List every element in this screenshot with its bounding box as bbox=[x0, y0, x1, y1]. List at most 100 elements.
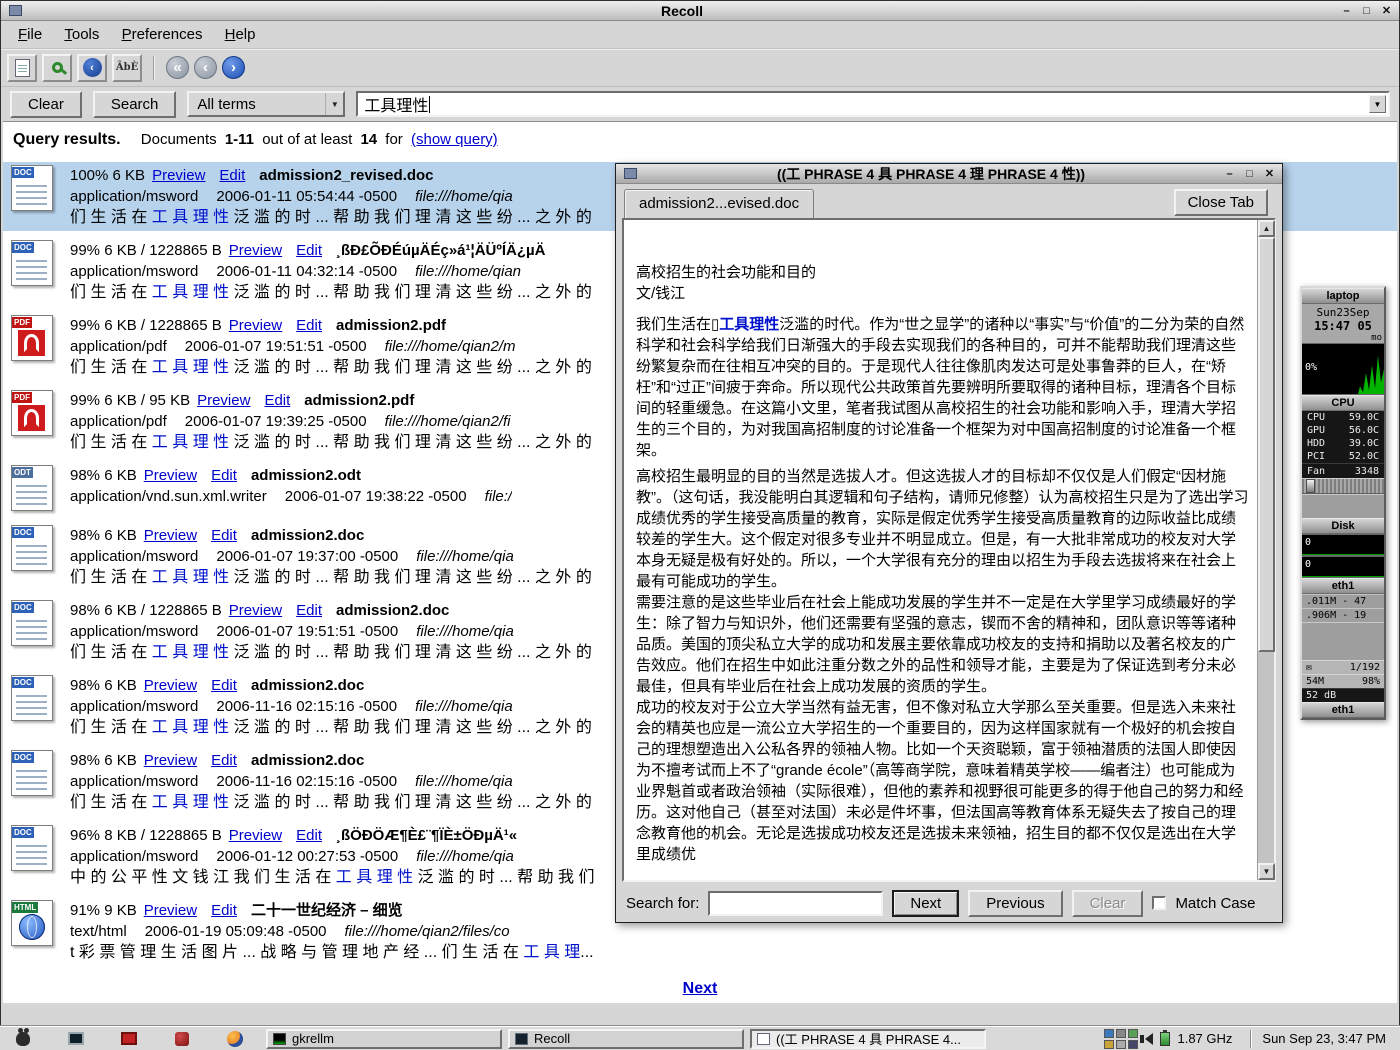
preview-link[interactable]: Preview bbox=[144, 527, 197, 544]
preview-link[interactable]: Preview bbox=[229, 602, 282, 619]
menu-help[interactable]: Help bbox=[216, 21, 265, 49]
edit-link[interactable]: Edit bbox=[211, 677, 237, 694]
window-menu-icon[interactable] bbox=[9, 5, 22, 16]
minimize-button[interactable]: – bbox=[1338, 3, 1355, 18]
query-history-button[interactable]: ‹ bbox=[77, 54, 107, 82]
result-rank-size: 99% 6 KB / 95 KB bbox=[70, 392, 190, 409]
result-url: file:///home/qia bbox=[416, 623, 514, 640]
result-url: file:///home/qia bbox=[416, 848, 514, 865]
battery-icon[interactable] bbox=[1160, 1032, 1170, 1046]
tray-icon[interactable] bbox=[1128, 1040, 1138, 1049]
minimize-button[interactable]: – bbox=[1221, 166, 1238, 181]
tray-icon[interactable] bbox=[1104, 1040, 1114, 1049]
result-date: 2006-01-11 04:32:14 -0500 bbox=[216, 263, 397, 280]
preview-link[interactable]: Preview bbox=[144, 902, 197, 919]
scrollbar[interactable]: ▲ ▼ bbox=[1257, 220, 1274, 880]
search-mode-select[interactable]: All terms ▼ bbox=[187, 91, 345, 117]
show-query-link[interactable]: (show query) bbox=[411, 131, 498, 148]
edit-link[interactable]: Edit bbox=[211, 467, 237, 484]
tray-icon[interactable] bbox=[1116, 1040, 1126, 1049]
taskbar-item-preview[interactable]: ((工 PHRASE 4 具 PHRASE 4... bbox=[750, 1029, 986, 1049]
search-mode-value: All terms bbox=[197, 96, 255, 113]
first-page-icon[interactable]: « bbox=[166, 56, 189, 79]
tray-icon[interactable] bbox=[1104, 1029, 1114, 1038]
result-mime: text/html bbox=[70, 923, 127, 940]
monitor-launcher-icon[interactable] bbox=[118, 1029, 140, 1049]
taskbar-item-recoll[interactable]: Recoll bbox=[508, 1029, 744, 1049]
result-mime: application/pdf bbox=[70, 338, 167, 355]
scrollbar-thumb[interactable] bbox=[1258, 237, 1275, 652]
gkrellm-monitor[interactable]: laptop Sun23Sep 15:47 05 mo 0% CPU CPU59… bbox=[1300, 286, 1386, 720]
scroll-down-icon[interactable]: ▼ bbox=[1258, 863, 1275, 880]
next-page-icon[interactable]: › bbox=[222, 56, 245, 79]
odt-file-icon: ODT bbox=[9, 465, 59, 513]
clear-search-button[interactable] bbox=[7, 54, 37, 82]
search-button[interactable]: Search bbox=[93, 91, 177, 118]
tray-icon[interactable] bbox=[1116, 1029, 1126, 1038]
preview-link[interactable]: Preview bbox=[229, 317, 282, 334]
preview-tab[interactable]: admission2...evised.doc bbox=[624, 189, 814, 218]
start-search-button[interactable] bbox=[42, 54, 72, 82]
footprint-launcher-icon[interactable] bbox=[12, 1029, 34, 1049]
preview-link[interactable]: Preview bbox=[144, 677, 197, 694]
edit-link[interactable]: Edit bbox=[211, 752, 237, 769]
next-page-link[interactable]: Next bbox=[683, 980, 718, 997]
find-next-button[interactable]: Next bbox=[892, 890, 959, 917]
preview-link[interactable]: Preview bbox=[229, 242, 282, 259]
package-launcher-icon[interactable] bbox=[171, 1029, 193, 1049]
result-rank-size: 99% 6 KB / 1228865 B bbox=[70, 317, 222, 334]
close-button[interactable]: ✕ bbox=[1378, 3, 1395, 18]
edit-link[interactable]: Edit bbox=[296, 242, 322, 259]
preview-link[interactable]: Preview bbox=[144, 752, 197, 769]
preview-link[interactable]: Preview bbox=[144, 467, 197, 484]
query-input[interactable]: 工具理性 ▼ bbox=[356, 91, 1390, 117]
chevron-down-icon: ▼ bbox=[325, 93, 343, 115]
msword-file-icon: DOC bbox=[9, 165, 59, 213]
edit-link[interactable]: Edit bbox=[264, 392, 290, 409]
find-clear-button[interactable]: Clear bbox=[1072, 890, 1144, 917]
volume-icon[interactable] bbox=[1145, 1033, 1153, 1045]
edit-link[interactable]: Edit bbox=[211, 527, 237, 544]
edit-link[interactable]: Edit bbox=[296, 602, 322, 619]
result-mime: application/msword bbox=[70, 188, 198, 205]
result-date: 2006-11-16 02:15:16 -0500 bbox=[216, 698, 397, 715]
match-case-checkbox[interactable] bbox=[1152, 896, 1166, 910]
preview-link[interactable]: Preview bbox=[229, 827, 282, 844]
chevron-down-icon[interactable]: ▼ bbox=[1369, 95, 1386, 113]
find-previous-button[interactable]: Previous bbox=[968, 890, 1062, 917]
result-mime: application/msword bbox=[70, 848, 198, 865]
close-button[interactable]: ✕ bbox=[1261, 166, 1278, 181]
preview-title-bar[interactable]: ((工 PHRASE 4 具 PHRASE 4 理 PHRASE 4 性)) –… bbox=[616, 164, 1282, 184]
preview-link[interactable]: Preview bbox=[152, 167, 205, 184]
edit-link[interactable]: Edit bbox=[211, 902, 237, 919]
menu-bar: File Tools Preferences Help bbox=[1, 21, 1399, 49]
preview-link[interactable]: Preview bbox=[197, 392, 250, 409]
edit-link[interactable]: Edit bbox=[219, 167, 245, 184]
maximize-button[interactable]: □ bbox=[1358, 3, 1375, 18]
preview-window-icon bbox=[624, 168, 637, 179]
maximize-button[interactable]: □ bbox=[1241, 166, 1258, 181]
tray-icon[interactable] bbox=[1128, 1029, 1138, 1038]
result-title: admission2.doc bbox=[251, 752, 364, 769]
term-explorer-button[interactable]: ÂbÈ bbox=[112, 54, 142, 82]
previous-page-icon[interactable]: ‹ bbox=[194, 56, 217, 79]
result-mime: application/msword bbox=[70, 698, 198, 715]
clear-button[interactable]: Clear bbox=[10, 91, 82, 118]
taskbar-item-gkrellm[interactable]: gkrellm bbox=[266, 1029, 502, 1049]
result-abstract: 们 生 活 在 工 具 理 性 泛 滥 的 时 ... 帮 助 我 们 理 清 … bbox=[70, 567, 592, 588]
edit-link[interactable]: Edit bbox=[296, 317, 322, 334]
preview-window-title: ((工 PHRASE 4 具 PHRASE 4 理 PHRASE 4 性)) bbox=[641, 164, 1221, 184]
find-input[interactable] bbox=[708, 891, 883, 916]
scroll-up-icon[interactable]: ▲ bbox=[1258, 220, 1275, 237]
menu-file[interactable]: File bbox=[9, 21, 51, 49]
menu-preferences[interactable]: Preferences bbox=[113, 21, 212, 49]
close-tab-button[interactable]: Close Tab bbox=[1174, 189, 1268, 216]
find-bar: Search for: Next Previous Clear Match Ca… bbox=[616, 884, 1282, 922]
edit-link[interactable]: Edit bbox=[296, 827, 322, 844]
menu-tools[interactable]: Tools bbox=[55, 21, 108, 49]
firefox-launcher-icon[interactable] bbox=[224, 1029, 246, 1049]
title-bar[interactable]: Recoll – □ ✕ bbox=[1, 1, 1399, 21]
terminal-launcher-icon[interactable] bbox=[65, 1029, 87, 1049]
result-rank-size: 99% 6 KB / 1228865 B bbox=[70, 242, 222, 259]
preview-text[interactable]: 高校招生的社会功能和目的 文/钱江 我们生活在▯工具理性泛滥的时代。作为“世之显… bbox=[624, 220, 1257, 880]
